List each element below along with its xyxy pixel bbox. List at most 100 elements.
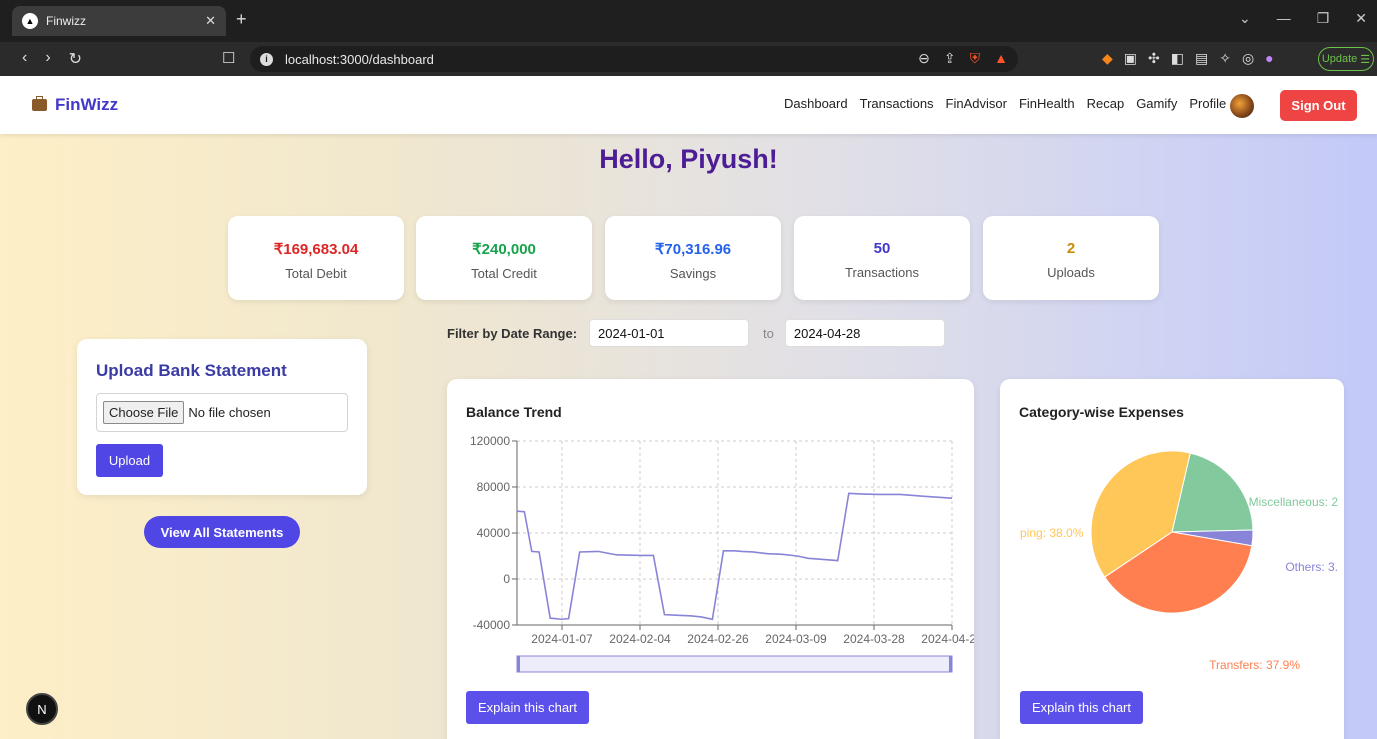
- nav-link-gamify[interactable]: Gamify: [1136, 96, 1177, 111]
- menu-icon: ☰: [1360, 53, 1371, 66]
- date-from-input[interactable]: 2024-01-01: [589, 319, 750, 347]
- stat-card-savings: ₹70,316.96 Savings: [605, 216, 781, 300]
- top-navbar: FinWizz Dashboard Transactions FinAdviso…: [0, 76, 1377, 134]
- balance-chart-title: Balance Trend: [466, 404, 562, 420]
- vpn-icon[interactable]: ◎: [1242, 50, 1254, 67]
- y-tick-label: -40000: [473, 618, 511, 632]
- restore-icon[interactable]: ❐: [1317, 10, 1330, 27]
- pie-slice-label: ping: 38.0%: [1020, 526, 1084, 540]
- nav-link-recap[interactable]: Recap: [1087, 96, 1125, 111]
- x-tick-label: 2024-01-07: [531, 632, 593, 646]
- nav-link-dashboard[interactable]: Dashboard: [784, 96, 848, 111]
- brand-name: FinWizz: [55, 95, 119, 114]
- greeting-heading: Hello, Piyush!: [599, 144, 778, 174]
- leo-ai-icon[interactable]: ✧: [1219, 50, 1231, 67]
- nav-link-profile[interactable]: Profile: [1189, 96, 1226, 111]
- stat-label: Total Debit: [285, 266, 347, 281]
- update-button[interactable]: Update ☰: [1318, 47, 1374, 71]
- stat-card-uploads: 2 Uploads: [983, 216, 1159, 300]
- nav-buttons: ‹ › ↻: [22, 49, 82, 69]
- extension-icons: ◆ ▣ ✣ ◧ ▤ ✧ ◎ ●: [1102, 50, 1274, 67]
- dev-indicator-badge[interactable]: N: [26, 693, 58, 725]
- date-to-input[interactable]: 2024-04-28: [784, 319, 945, 347]
- explain-balance-chart-button[interactable]: Explain this chart: [466, 691, 589, 724]
- back-icon[interactable]: ‹: [22, 49, 27, 69]
- y-tick-label: 80000: [477, 480, 511, 494]
- sidebar-icon[interactable]: ◧: [1171, 50, 1184, 67]
- pie-slice-label: Transfers: 37.9%: [1209, 658, 1300, 672]
- upload-title: Upload Bank Statement: [96, 361, 287, 380]
- new-tab-icon[interactable]: +: [236, 9, 247, 30]
- stat-card-total-debit: ₹169,683.04 Total Debit: [228, 216, 404, 300]
- stat-label: Uploads: [1047, 265, 1095, 280]
- nav-link-transactions[interactable]: Transactions: [860, 96, 934, 111]
- filter-label: Filter by Date Range:: [447, 325, 578, 341]
- x-tick-label: 2024-03-28: [843, 632, 905, 646]
- close-window-icon[interactable]: ✕: [1355, 10, 1367, 27]
- no-file-text: No file chosen: [188, 405, 271, 420]
- upload-button[interactable]: Upload: [96, 444, 163, 477]
- nav-links: Dashboard Transactions FinAdvisor FinHea…: [784, 96, 1226, 111]
- brave-rewards-icon[interactable]: ▲: [994, 50, 1008, 67]
- category-pie-chart: Miscellaneous: 2 Others: 3. Transfers: 37.…: [1020, 450, 1339, 672]
- browser-toolbar: ‹ › ↻ ☐ i localhost:3000/dashboard ⊖ ⇪ ⛨…: [0, 42, 1377, 76]
- profile-icon[interactable]: ●: [1265, 50, 1273, 67]
- explain-category-chart-button[interactable]: Explain this chart: [1020, 691, 1143, 724]
- browser-tab[interactable]: ▲ Finwizz ✕: [12, 6, 226, 36]
- brand-logo[interactable]: FinWizz: [32, 95, 118, 115]
- window-controls: ⌄ — ❐ ✕: [1239, 10, 1367, 27]
- extensions-puzzle-icon[interactable]: ✣: [1148, 50, 1160, 67]
- view-all-statements-button[interactable]: View All Statements: [144, 516, 300, 548]
- stat-value: 50: [873, 240, 891, 257]
- stat-label: Transactions: [845, 265, 919, 280]
- balance-line-chart: 120000 80000 40000 0 -40000 2024-01-07 2024-02…: [470, 434, 974, 673]
- x-tick-label: 2024-02-26: [687, 632, 749, 646]
- update-label: Update: [1321, 53, 1358, 65]
- nav-link-finhealth[interactable]: FinHealth: [1019, 96, 1075, 111]
- balance-series-line: [516, 492, 953, 621]
- brush-handle-right: [949, 656, 952, 672]
- triangle-favicon-icon: ▲: [22, 13, 38, 29]
- minimize-icon[interactable]: —: [1277, 10, 1291, 27]
- share-icon[interactable]: ⇪: [944, 50, 956, 67]
- app-root: FinWizz Dashboard Transactions FinAdviso…: [0, 76, 1377, 739]
- choose-file-button[interactable]: Choose File: [103, 401, 185, 424]
- y-tick-label: 0: [503, 572, 510, 586]
- date-range-filter: Filter by Date Range: 2024-01-01 to 2024…: [447, 319, 945, 347]
- zoom-icon[interactable]: ⊖: [918, 50, 930, 67]
- wallet-icon[interactable]: ▤: [1195, 50, 1208, 67]
- sign-out-button[interactable]: Sign Out: [1280, 90, 1357, 121]
- avatar[interactable]: [1230, 94, 1254, 118]
- file-input[interactable]: Choose File No file chosen: [96, 393, 348, 432]
- reload-icon[interactable]: ↻: [69, 49, 82, 69]
- y-tick-label: 40000: [477, 526, 511, 540]
- info-icon[interactable]: i: [260, 52, 273, 66]
- briefcase-icon: [32, 96, 47, 111]
- brave-shield-icon[interactable]: ⛨: [970, 50, 981, 67]
- omnibox-actions: ⊖ ⇪ ⛨ ▲: [918, 50, 1008, 67]
- upload-card: Upload Bank Statement Choose File No fil…: [77, 339, 367, 495]
- chevron-down-icon[interactable]: ⌄: [1239, 10, 1251, 27]
- category-chart-title: Category-wise Expenses: [1019, 404, 1184, 420]
- brush-range: [516, 655, 953, 673]
- stat-label: Savings: [669, 266, 717, 281]
- url-text: localhost:3000/dashboard: [285, 51, 434, 67]
- pie-slice-label: Miscellaneous: 2: [1249, 495, 1339, 509]
- forward-icon[interactable]: ›: [45, 49, 50, 69]
- stat-value: ₹70,316.96: [654, 241, 732, 258]
- x-tick-label: 2024-02-04: [609, 632, 671, 646]
- to-label: to: [763, 325, 774, 341]
- address-bar[interactable]: i localhost:3000/dashboard ⊖ ⇪ ⛨ ▲: [250, 46, 1018, 72]
- extension-m-icon[interactable]: ▣: [1124, 50, 1137, 67]
- browser-tabstrip: ▲ Finwizz ✕ + ⌄ — ❐ ✕: [0, 0, 1377, 42]
- stat-value: ₹240,000: [472, 241, 536, 258]
- extension-fox-icon[interactable]: ◆: [1102, 50, 1113, 67]
- balance-trend-card: Balance Trend 120000 80000 40000 0 -40000 202…: [447, 379, 974, 739]
- stat-label: Total Credit: [471, 266, 537, 281]
- tab-title: Finwizz: [46, 14, 87, 28]
- x-tick-label: 2024-03-09: [765, 632, 827, 646]
- close-tab-icon[interactable]: ✕: [205, 13, 216, 29]
- nav-link-finadvisor[interactable]: FinAdvisor: [946, 96, 1007, 111]
- bookmark-icon[interactable]: ☐: [222, 49, 235, 67]
- stat-card-total-credit: ₹240,000 Total Credit: [416, 216, 592, 300]
